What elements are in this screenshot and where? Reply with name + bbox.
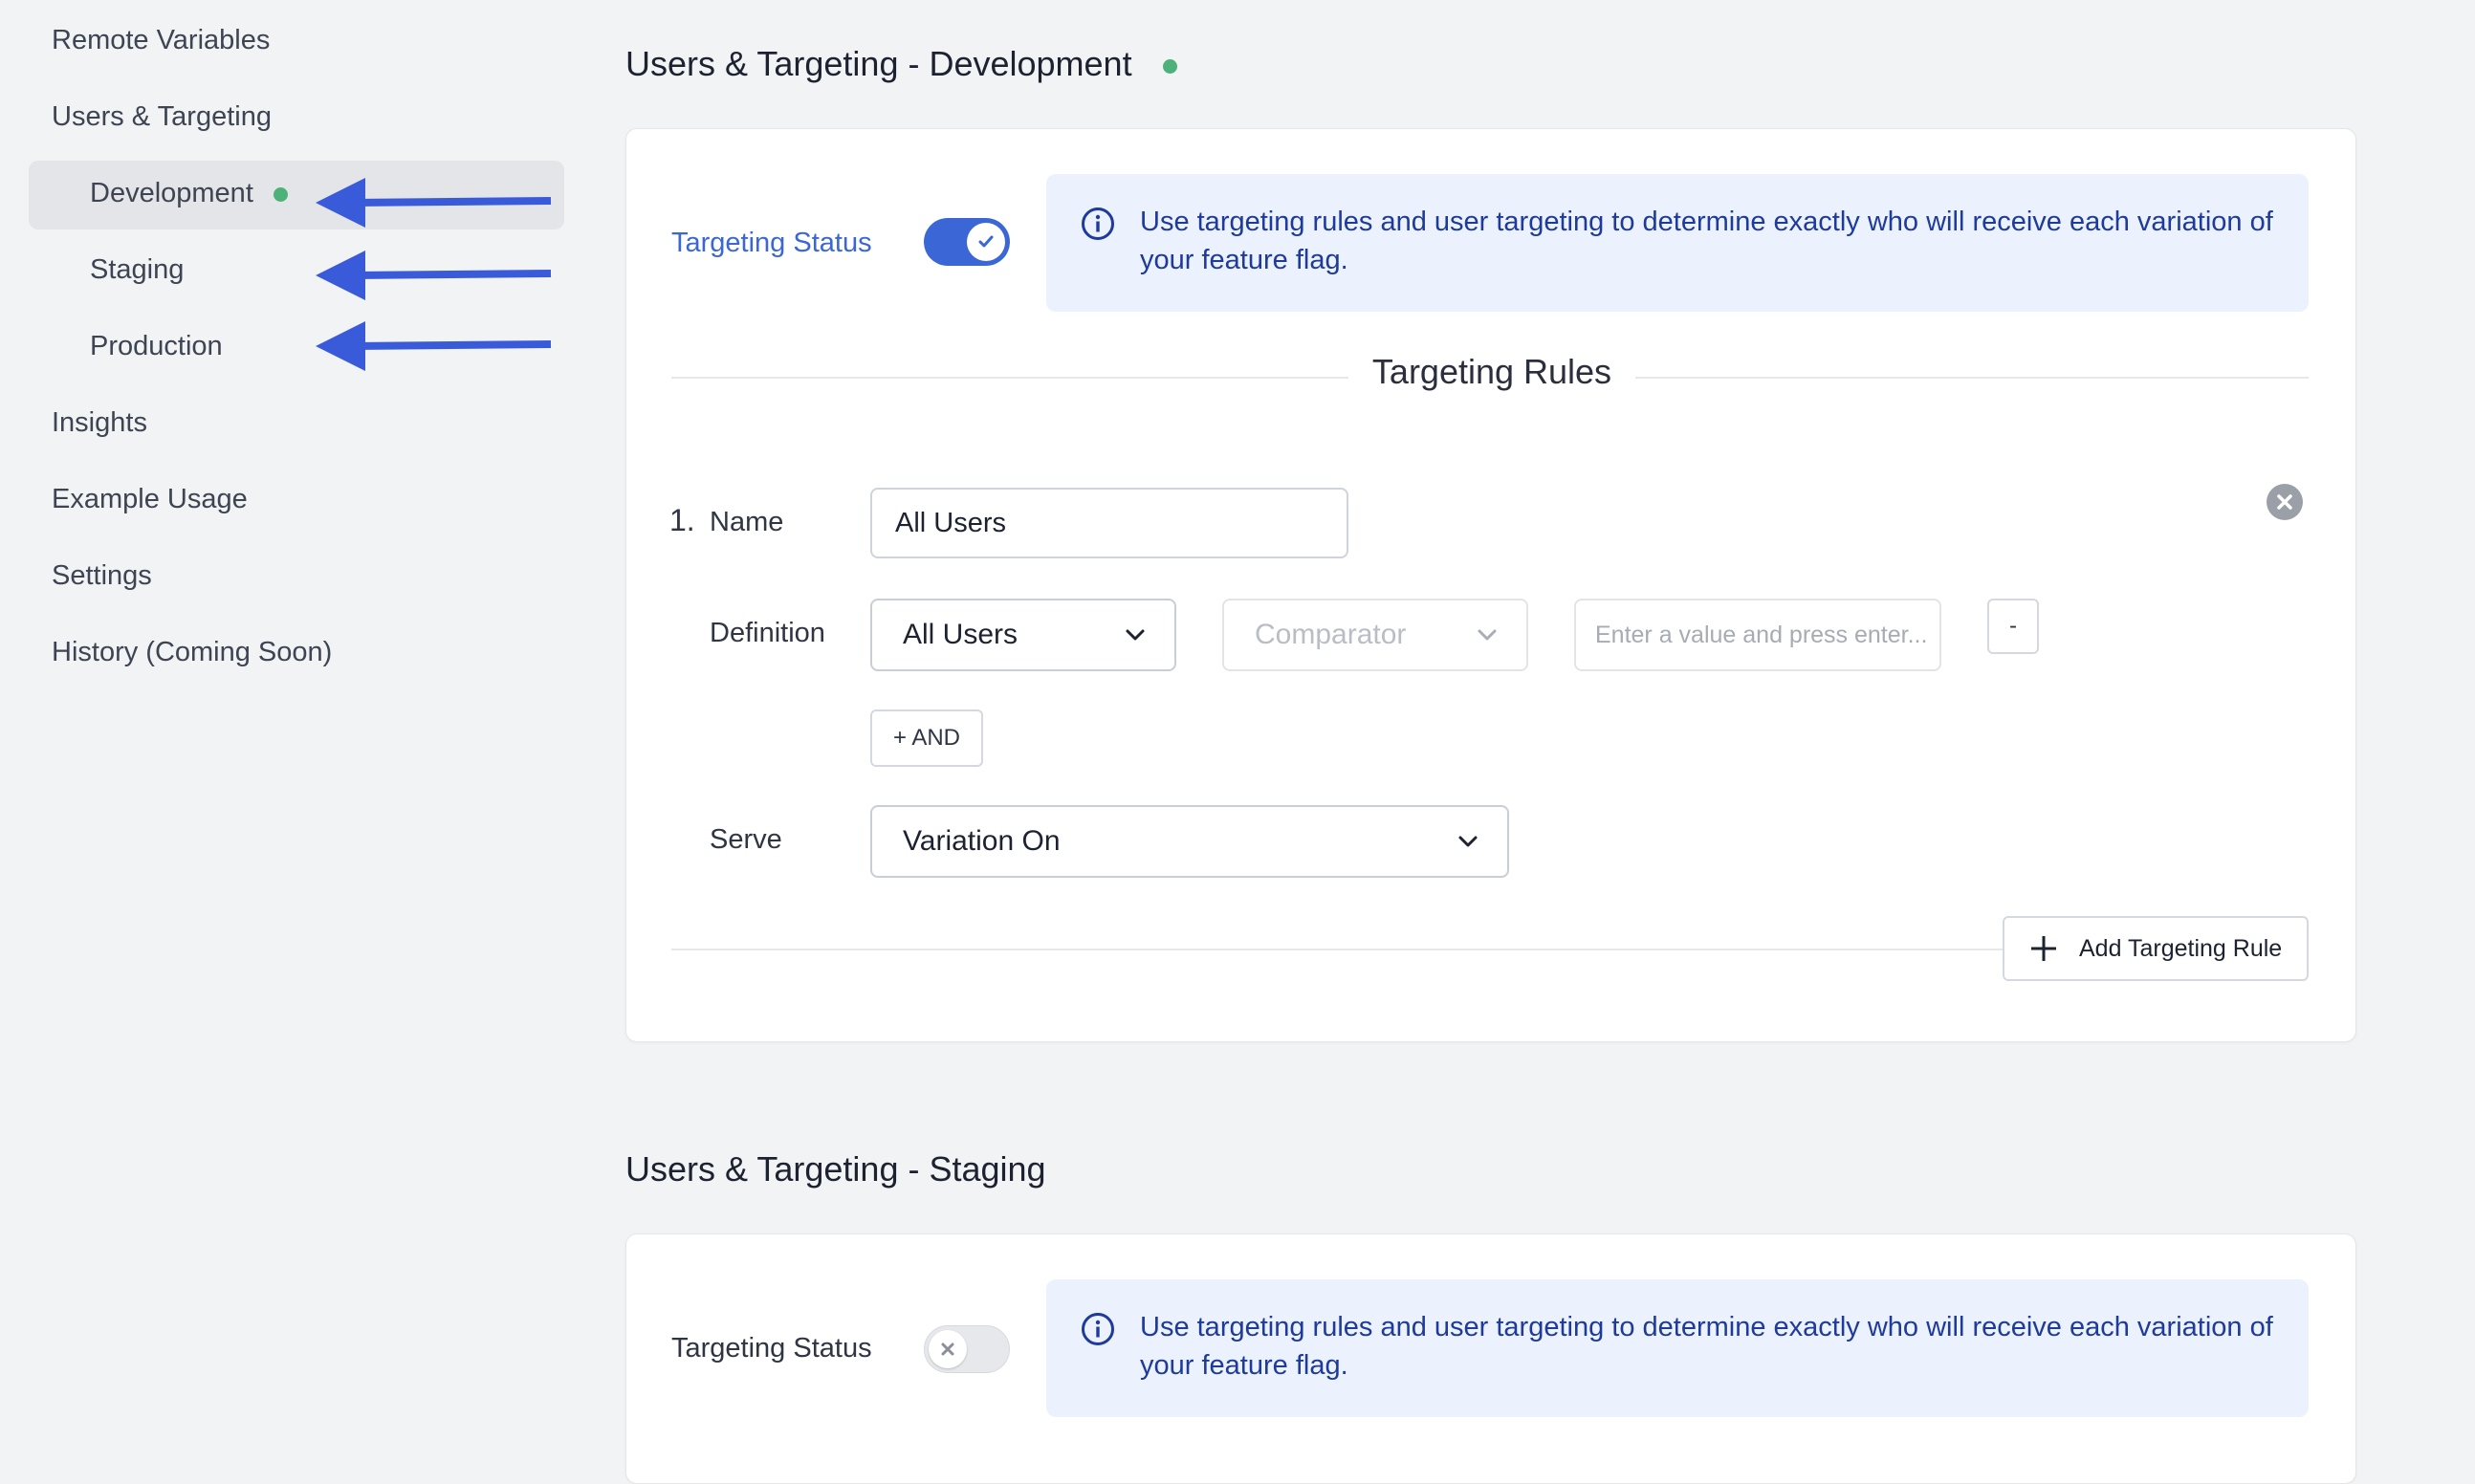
- sidebar-item-staging[interactable]: Staging: [90, 254, 184, 286]
- divider: [671, 949, 2010, 950]
- arrow-left-icon: [316, 251, 552, 300]
- arrow-left-icon: [316, 178, 552, 228]
- status-dot: [1163, 59, 1177, 74]
- sidebar-item-production[interactable]: Production: [90, 331, 223, 362]
- info-icon: [1082, 1313, 1114, 1345]
- info-box: Use targeting rules and user targeting t…: [1046, 1279, 2309, 1417]
- targeting-status-toggle[interactable]: [924, 1325, 1010, 1373]
- targeting-status-label: Targeting Status: [671, 1333, 872, 1364]
- add-targeting-rule-label: Add Targeting Rule: [2079, 934, 2283, 962]
- sidebar-item-development[interactable]: Development: [90, 178, 253, 209]
- remove-condition-button[interactable]: -: [1987, 599, 2039, 654]
- serve-select[interactable]: Variation On: [870, 805, 1509, 878]
- definition-label: Definition: [710, 618, 825, 648]
- add-and-label: + AND: [892, 725, 961, 751]
- status-dot: [274, 187, 288, 202]
- targeting-rules-title: Targeting Rules: [1348, 352, 1635, 392]
- plus-icon: [2031, 936, 2056, 961]
- chevron-down-icon: [1458, 836, 1478, 847]
- info-icon: [1082, 207, 1114, 240]
- sidebar-item-settings[interactable]: Settings: [52, 560, 152, 592]
- sidebar-item-example-usage[interactable]: Example Usage: [52, 484, 248, 515]
- section-title-development: Users & Targeting - Development: [625, 44, 1132, 83]
- info-text: Use targeting rules and user targeting t…: [1140, 1312, 2273, 1381]
- serve-label: Serve: [710, 824, 782, 855]
- sidebar-item-remote-variables[interactable]: Remote Variables: [52, 25, 270, 56]
- sidebar-item-history[interactable]: History (Coming Soon): [52, 637, 332, 668]
- definition-select[interactable]: All Users: [870, 599, 1176, 671]
- chevron-down-icon: [1126, 629, 1145, 641]
- serve-select-value: Variation On: [903, 825, 1061, 857]
- section-title-staging: Users & Targeting - Staging: [625, 1149, 1046, 1189]
- add-and-button[interactable]: + AND: [870, 709, 983, 767]
- value-input[interactable]: Enter a value and press enter...: [1574, 599, 1941, 671]
- info-text: Use targeting rules and user targeting t…: [1140, 207, 2273, 275]
- targeting-status-toggle[interactable]: [924, 218, 1010, 266]
- sidebar-item-users-targeting[interactable]: Users & Targeting: [52, 101, 272, 133]
- arrow-left-icon: [316, 321, 552, 371]
- rule-name-value: All Users: [895, 507, 1007, 538]
- rule-number: 1.: [669, 503, 695, 537]
- comparator-placeholder: Comparator: [1255, 619, 1407, 650]
- targeting-status-label: Targeting Status: [671, 228, 872, 258]
- definition-select-value: All Users: [903, 619, 1018, 650]
- rule-name-input[interactable]: All Users: [870, 488, 1348, 558]
- x-icon: [929, 1330, 967, 1368]
- add-targeting-rule-button[interactable]: Add Targeting Rule: [2003, 916, 2309, 981]
- comparator-select[interactable]: Comparator: [1222, 599, 1528, 671]
- info-box: Use targeting rules and user targeting t…: [1046, 174, 2309, 312]
- name-label: Name: [710, 507, 784, 537]
- check-icon: [967, 223, 1005, 261]
- value-placeholder: Enter a value and press enter...: [1595, 621, 1928, 648]
- remove-condition-label: -: [2009, 613, 2017, 639]
- chevron-down-icon: [1478, 629, 1497, 641]
- sidebar-item-insights[interactable]: Insights: [52, 407, 147, 439]
- close-circle-icon[interactable]: [2267, 484, 2303, 520]
